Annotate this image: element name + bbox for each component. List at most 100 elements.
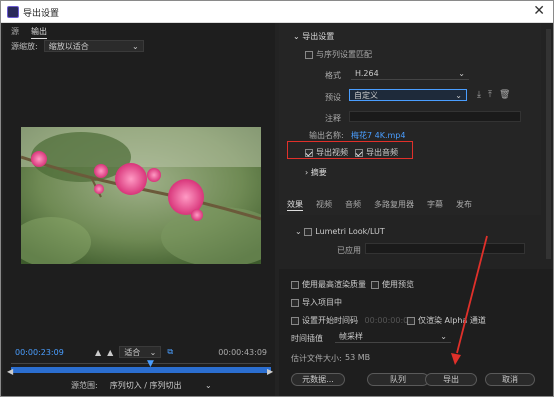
- export-video-row[interactable]: 导出视频: [305, 147, 348, 158]
- tab-captions[interactable]: 字幕: [427, 199, 443, 211]
- max-render-row[interactable]: 使用最高渲染质量: [291, 279, 366, 290]
- chevron-down-icon: ⌄: [293, 32, 303, 41]
- chevron-down-icon: ⌄: [149, 347, 157, 357]
- format-label: 格式: [325, 71, 341, 80]
- source-scale-select[interactable]: 缩放以适合 ⌄: [43, 40, 144, 52]
- set-start-tc-checkbox[interactable]: [291, 316, 299, 325]
- tab-source[interactable]: 源: [11, 26, 19, 39]
- use-preview-checkbox[interactable]: [371, 280, 379, 289]
- crop-icon[interactable]: ⧉: [167, 347, 173, 357]
- out-point-handle-icon[interactable]: ▶: [267, 367, 273, 376]
- mark-in-icon[interactable]: ▲: [95, 348, 101, 357]
- mark-out-icon[interactable]: ▲: [107, 348, 113, 357]
- applied-label: 已应用: [337, 246, 361, 255]
- preview-tabs: 源 输出: [11, 26, 47, 39]
- lut-select[interactable]: [365, 243, 525, 254]
- lumetri-row[interactable]: ⌄ Lumetri Look/LUT: [295, 227, 385, 236]
- filesize-value: 53 MB: [345, 353, 371, 362]
- import-preset-icon[interactable]: ⤒: [488, 90, 492, 100]
- chevron-down-icon: ⌄: [440, 332, 447, 341]
- export-audio-row[interactable]: 导出音频: [355, 147, 398, 158]
- queue-button[interactable]: 队列: [367, 373, 429, 386]
- timeline-ruler: [11, 363, 271, 364]
- preset-label: 预设: [325, 93, 341, 102]
- comment-input[interactable]: [349, 111, 521, 122]
- import-project-label: 导入项目中: [302, 298, 342, 307]
- export-settings-header[interactable]: ⌄ 导出设置: [293, 31, 334, 42]
- export-video-label: 导出视频: [316, 148, 348, 157]
- fit-value: 适合: [124, 347, 141, 357]
- tab-publish[interactable]: 发布: [456, 199, 472, 211]
- playback-controls: ▲ ▲ 适合 ⌄ ⧉: [95, 346, 173, 358]
- chevron-down-icon: ⌄: [295, 227, 305, 236]
- import-project-checkbox[interactable]: [291, 298, 299, 307]
- preview-panel: 源 输出 源缩放: 缩放以适合 ⌄ 00:00:23:09 ▲ ▲ 适合 ⌄ ⧉…: [3, 23, 275, 396]
- alpha-label: 仅渲染 Alpha 通道: [418, 316, 486, 325]
- preset-select[interactable]: 自定义 ⌄: [349, 89, 467, 101]
- export-video-checkbox[interactable]: [305, 148, 313, 157]
- lumetri-checkbox[interactable]: [304, 227, 313, 236]
- summary-header[interactable]: › 摘要: [305, 167, 327, 178]
- preset-value: 自定义: [354, 90, 378, 100]
- max-render-checkbox[interactable]: [291, 280, 299, 289]
- metadata-button[interactable]: 元数据...: [291, 373, 345, 386]
- close-icon[interactable]: ✕: [533, 3, 545, 19]
- source-scale-value: 缩放以适合: [48, 41, 89, 51]
- chevron-down-icon: ⌄: [455, 90, 462, 100]
- save-preset-icon[interactable]: ⤓: [477, 90, 481, 100]
- chevron-down-icon: ⌄: [132, 41, 139, 51]
- match-sequence-row[interactable]: 与序列设置匹配: [305, 49, 372, 60]
- summary-label: 摘要: [310, 168, 327, 177]
- use-preview-row[interactable]: 使用预览: [371, 279, 414, 290]
- comment-label: 注释: [325, 114, 341, 123]
- filesize-label: 估计文件大小:: [291, 354, 342, 363]
- alpha-row[interactable]: 仅渲染 Alpha 通道: [407, 315, 486, 326]
- settings-tabs: 效果 视频 音频 多路复用器 字幕 发布: [287, 199, 472, 211]
- lumetri-label: Lumetri Look/LUT: [315, 227, 385, 236]
- settings-panel: ⌄ 导出设置 与序列设置匹配 格式 H.264 ⌄ 预设 自定义 ⌄ ⤓ ⤒ 🗑…: [279, 23, 553, 396]
- match-sequence-checkbox[interactable]: [305, 50, 313, 59]
- fit-select[interactable]: 适合 ⌄: [119, 346, 162, 358]
- source-range-row: 源范围: 序列切入 / 序列切出 ⌄: [71, 379, 216, 391]
- format-select[interactable]: H.264 ⌄: [351, 68, 469, 80]
- playhead-icon[interactable]: ▼: [147, 359, 154, 369]
- tab-effects[interactable]: 效果: [287, 199, 303, 211]
- window-title: 导出设置: [23, 9, 60, 19]
- source-range-select[interactable]: 序列切入 / 序列切出 ⌄: [106, 379, 216, 391]
- chevron-down-icon: ⌄: [458, 69, 465, 78]
- export-settings-section: ⌄ 导出设置 与序列设置匹配 格式 H.264 ⌄ 预设 自定义 ⌄ ⤓ ⤒ 🗑…: [279, 23, 541, 215]
- tab-audio[interactable]: 音频: [345, 199, 361, 211]
- chevron-down-icon: ⌄: [205, 380, 212, 390]
- bottom-options: 使用最高渲染质量 使用预览 导入项目中 设置开始时间码 00:00:00:00 …: [279, 269, 553, 396]
- alpha-checkbox[interactable]: [407, 316, 415, 325]
- max-render-label: 使用最高渲染质量: [302, 280, 366, 289]
- delete-preset-icon[interactable]: 🗑: [499, 90, 510, 100]
- cancel-button[interactable]: 取消: [485, 373, 535, 386]
- tab-multiplexer[interactable]: 多路复用器: [374, 199, 414, 211]
- export-audio-label: 导出音频: [366, 148, 398, 157]
- video-preview: [21, 127, 261, 264]
- export-settings-title: 导出设置: [302, 32, 335, 41]
- interp-select[interactable]: 帧采样 ⌄: [335, 331, 451, 343]
- import-project-row[interactable]: 导入项目中: [291, 297, 342, 308]
- set-start-tc-label: 设置开始时间码: [302, 316, 358, 325]
- interp-label: 时间插值: [291, 334, 323, 343]
- timecode-start[interactable]: 00:00:23:09: [15, 348, 64, 357]
- source-scale-row: 源缩放: 缩放以适合 ⌄: [11, 40, 144, 52]
- tab-output[interactable]: 输出: [31, 26, 47, 39]
- timeline-range-bar[interactable]: [11, 367, 271, 373]
- title-bar: 导出设置 ✕: [1, 1, 553, 23]
- app-icon: [7, 6, 19, 18]
- preset-actions: ⤓ ⤒ 🗑: [477, 90, 510, 100]
- settings-scrollbar[interactable]: [546, 29, 551, 259]
- match-sequence-label: 与序列设置匹配: [316, 50, 372, 59]
- tab-video[interactable]: 视频: [316, 199, 332, 211]
- output-name-link[interactable]: 梅花7 4K.mp4: [351, 130, 405, 141]
- source-range-label: 源范围:: [71, 380, 98, 390]
- plum-blossom-image: [21, 127, 261, 264]
- in-point-handle-icon[interactable]: ◀: [7, 367, 13, 376]
- export-settings-window: 导出设置 ✕ 源 输出 源缩放: 缩放以适合 ⌄ 00:00:23:09 ▲ ▲…: [0, 0, 554, 397]
- export-button[interactable]: 导出: [425, 373, 477, 386]
- export-audio-checkbox[interactable]: [355, 148, 363, 157]
- set-start-tc-row[interactable]: 设置开始时间码 00:00:00:00: [291, 315, 413, 326]
